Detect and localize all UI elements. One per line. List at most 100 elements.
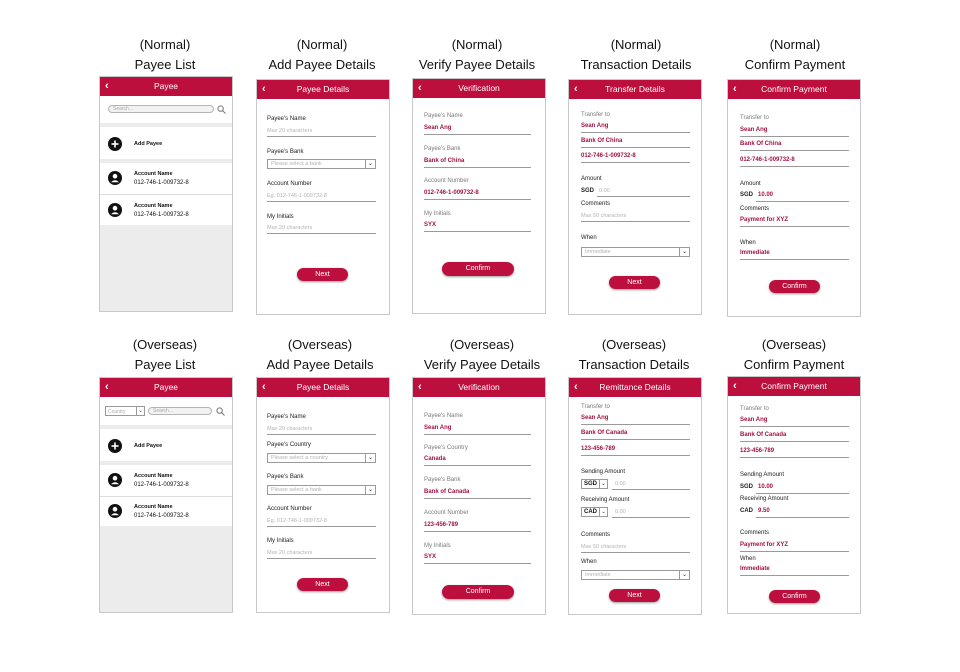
next-button[interactable]: Next xyxy=(609,589,660,602)
confirm-button[interactable]: Confirm xyxy=(442,585,514,599)
chevron-down-icon: ⌄ xyxy=(365,486,375,494)
caption-overseas-transaction: (Overseas) Transaction Details xyxy=(544,335,724,375)
header-title: Remittance Details xyxy=(599,382,671,392)
back-icon[interactable]: ‹ xyxy=(105,378,109,396)
sending-amount-input[interactable] xyxy=(612,489,690,490)
account-number-value: 123-456-789 xyxy=(424,522,459,528)
payee-bank-select[interactable]: Please select a bank ⌄ xyxy=(267,485,376,495)
when-select[interactable]: Immediate ⌄ xyxy=(581,570,690,580)
account-number-label: Account Number xyxy=(424,178,469,184)
back-icon[interactable]: ‹ xyxy=(418,79,422,97)
receiving-currency-select[interactable]: CAD ⌄ xyxy=(581,507,608,517)
back-icon[interactable]: ‹ xyxy=(574,378,578,396)
add-payee-row[interactable]: Add Payee xyxy=(100,127,232,159)
payee-name-input[interactable] xyxy=(267,434,376,435)
when-placeholder: Immediate xyxy=(585,572,611,578)
account-value: 123-456-789 xyxy=(581,446,616,452)
caption-variant: (Normal) xyxy=(451,37,503,52)
account-name: Account Name xyxy=(134,203,173,209)
payee-country-select[interactable]: Please select a country ⌄ xyxy=(267,453,376,463)
account-value: 123-456-789 xyxy=(740,448,775,454)
back-icon[interactable]: ‹ xyxy=(262,80,266,98)
divider xyxy=(424,134,531,135)
caption-variant: (Normal) xyxy=(139,37,191,52)
payee-name-placeholder: Max 20 characters xyxy=(267,128,313,134)
confirm-button[interactable]: Confirm xyxy=(769,590,820,603)
initials-placeholder: Max 20 characters xyxy=(267,550,313,556)
comments-input[interactable] xyxy=(581,552,690,553)
divider xyxy=(581,439,690,440)
when-label: When xyxy=(740,556,756,562)
overseas-add-payee-screen: ‹ Payee Details Payee's Name Max 20 char… xyxy=(256,377,390,613)
header-title: Payee xyxy=(153,382,179,392)
back-icon[interactable]: ‹ xyxy=(574,80,578,98)
account-value: 012-746-1-009732-8 xyxy=(740,157,795,163)
initials-input[interactable] xyxy=(267,233,376,234)
normal-add-payee-screen: ‹ Payee Details Payee's Name Max 20 char… xyxy=(256,79,390,315)
search-icon[interactable] xyxy=(217,105,226,114)
normal-transfer-details-screen: ‹ Transfer Details Transfer to Sean Ang … xyxy=(568,79,702,315)
comments-input[interactable] xyxy=(581,221,690,222)
caption-overseas-payee-list: (Overseas) Payee List xyxy=(75,335,255,375)
amount-input[interactable] xyxy=(597,196,690,197)
country-select[interactable]: Country ⌄ xyxy=(105,406,145,416)
add-payee-label: Add Payee xyxy=(134,141,163,147)
payee-bank-placeholder: Please select a bank xyxy=(271,161,322,167)
header-bar: ‹ Remittance Details xyxy=(569,378,701,397)
search-input[interactable]: Search... xyxy=(148,407,212,415)
when-select[interactable]: Immediate ⌄ xyxy=(581,247,690,257)
confirm-button[interactable]: Confirm xyxy=(442,262,514,276)
divider xyxy=(424,199,531,200)
payee-country-label: Payee's Country xyxy=(424,445,468,451)
payee-bank-placeholder: Please select a bank xyxy=(271,487,322,493)
back-icon[interactable]: ‹ xyxy=(733,377,737,395)
caption-screen: Add Payee Details xyxy=(266,357,374,372)
initials-label: My Initials xyxy=(267,214,294,220)
overseas-remittance-details-screen: ‹ Remittance Details Transfer to Sean An… xyxy=(568,377,702,615)
payee-bank-label: Payee's Bank xyxy=(424,146,461,152)
payee-name-input[interactable] xyxy=(267,136,376,137)
payee-value: Sean Ang xyxy=(740,127,768,133)
account-number-value: 012-746-1-009732-8 xyxy=(424,190,479,196)
overseas-verify-payee-screen: ‹ Verification Payee's Name Sean Ang Pay… xyxy=(412,377,546,615)
user-avatar-icon xyxy=(108,171,122,185)
amount-label: Amount xyxy=(581,176,602,182)
back-icon[interactable]: ‹ xyxy=(418,378,422,396)
next-button[interactable]: Next xyxy=(297,578,348,591)
normal-payee-list-screen: ‹ Payee Search... Add Payee Account Name… xyxy=(99,76,233,312)
payee-bank-select[interactable]: Please select a bank ⌄ xyxy=(267,159,376,169)
caption-screen: Confirm Payment xyxy=(744,57,846,72)
list-item[interactable]: Account Name 012-746-1-009732-8 xyxy=(100,465,232,495)
back-icon[interactable]: ‹ xyxy=(733,80,737,98)
search-input[interactable]: Search... xyxy=(108,105,214,113)
initials-input[interactable] xyxy=(267,558,376,559)
next-button[interactable]: Next xyxy=(297,268,348,281)
country-placeholder: Country xyxy=(108,408,126,415)
account-number-input[interactable] xyxy=(267,526,376,527)
sending-currency-select[interactable]: SGD ⌄ xyxy=(581,479,608,489)
initials-label: My Initials xyxy=(424,543,451,549)
list-item[interactable]: Account Name 012-746-1-009732-8 xyxy=(100,496,232,526)
caption-screen: Transaction Details xyxy=(580,57,692,72)
receiving-amount-value: 9.50 xyxy=(758,508,770,514)
list-item[interactable]: Account Name 012-746-1-009732-8 xyxy=(100,194,232,225)
back-icon[interactable]: ‹ xyxy=(262,378,266,396)
divider xyxy=(740,136,849,137)
confirm-button[interactable]: Confirm xyxy=(769,280,820,293)
receiving-amount-label: Receiving Amount xyxy=(740,496,789,502)
back-icon[interactable]: ‹ xyxy=(105,77,109,95)
next-button[interactable]: Next xyxy=(609,276,660,289)
search-icon[interactable] xyxy=(216,407,225,416)
chevron-down-icon: ⌄ xyxy=(365,454,375,462)
receiving-currency-label: CAD xyxy=(740,508,753,514)
transfer-to-label: Transfer to xyxy=(581,112,610,118)
receiving-amount-label: Receiving Amount xyxy=(581,497,630,503)
account-number-input[interactable] xyxy=(267,201,376,202)
caption-variant: (Normal) xyxy=(610,37,662,52)
add-payee-row[interactable]: Add Payee xyxy=(100,429,232,461)
chevron-down-icon: ⌄ xyxy=(599,480,607,488)
divider xyxy=(581,132,690,133)
account-number-placeholder: Eg. 012-746-1-009732-8 xyxy=(267,518,327,524)
list-item[interactable]: Account Name 012-746-1-009732-8 xyxy=(100,163,232,193)
receiving-amount-input[interactable] xyxy=(612,517,690,518)
